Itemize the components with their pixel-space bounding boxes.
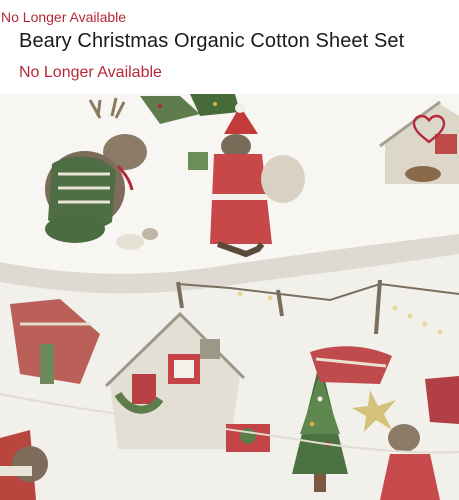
heart-outline-icon (412, 114, 446, 144)
availability-status: No Longer Available (19, 64, 162, 81)
product-image[interactable] (0, 94, 459, 500)
status-label-top: No Longer Available (1, 9, 127, 25)
favorite-button[interactable] (410, 112, 448, 146)
product-title: Beary Christmas Organic Cotton Sheet Set (19, 30, 405, 52)
